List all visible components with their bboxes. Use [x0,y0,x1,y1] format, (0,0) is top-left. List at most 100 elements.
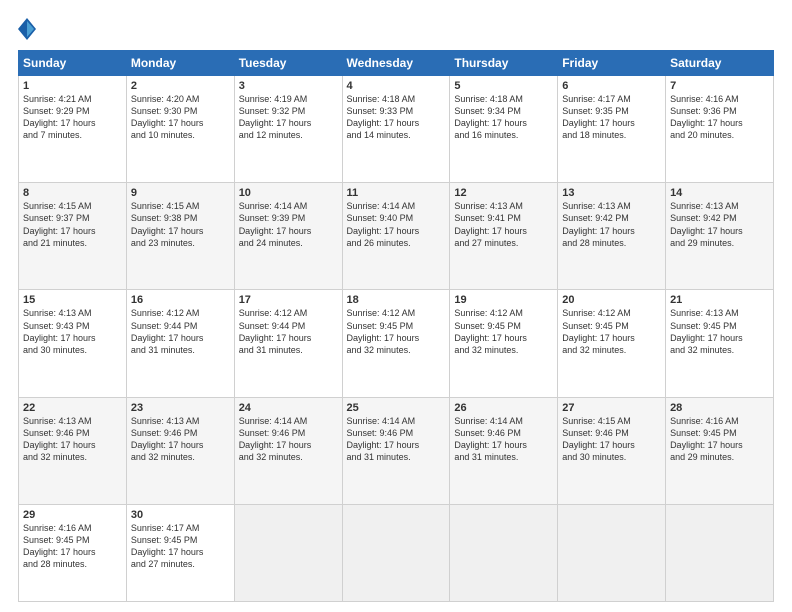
cell-details: Sunrise: 4:15 AMSunset: 9:38 PMDaylight:… [131,200,230,249]
day-number: 25 [347,402,446,414]
cell-details: Sunrise: 4:12 AMSunset: 9:44 PMDaylight:… [239,307,338,356]
day-number: 13 [562,187,661,199]
cell-details: Sunrise: 4:16 AMSunset: 9:45 PMDaylight:… [23,522,122,571]
cell-details: Sunrise: 4:18 AMSunset: 9:33 PMDaylight:… [347,93,446,142]
day-number: 30 [131,509,230,521]
weekday-header-wednesday: Wednesday [342,51,450,76]
day-number: 20 [562,294,661,306]
calendar-week-row: 15Sunrise: 4:13 AMSunset: 9:43 PMDayligh… [19,290,774,397]
day-number: 23 [131,402,230,414]
cell-details: Sunrise: 4:16 AMSunset: 9:45 PMDaylight:… [670,415,769,464]
calendar-cell: 6Sunrise: 4:17 AMSunset: 9:35 PMDaylight… [558,76,666,183]
calendar-week-row: 29Sunrise: 4:16 AMSunset: 9:45 PMDayligh… [19,504,774,601]
calendar-cell: 16Sunrise: 4:12 AMSunset: 9:44 PMDayligh… [126,290,234,397]
day-number: 7 [670,80,769,92]
weekday-header-saturday: Saturday [666,51,774,76]
calendar-cell: 15Sunrise: 4:13 AMSunset: 9:43 PMDayligh… [19,290,127,397]
day-number: 3 [239,80,338,92]
cell-details: Sunrise: 4:12 AMSunset: 9:44 PMDaylight:… [131,307,230,356]
calendar-cell [558,504,666,601]
calendar-cell: 23Sunrise: 4:13 AMSunset: 9:46 PMDayligh… [126,397,234,504]
calendar-cell: 27Sunrise: 4:15 AMSunset: 9:46 PMDayligh… [558,397,666,504]
calendar-cell: 10Sunrise: 4:14 AMSunset: 9:39 PMDayligh… [234,183,342,290]
calendar-cell: 9Sunrise: 4:15 AMSunset: 9:38 PMDaylight… [126,183,234,290]
calendar-cell: 8Sunrise: 4:15 AMSunset: 9:37 PMDaylight… [19,183,127,290]
calendar-cell [666,504,774,601]
day-number: 8 [23,187,122,199]
day-number: 14 [670,187,769,199]
calendar-cell: 14Sunrise: 4:13 AMSunset: 9:42 PMDayligh… [666,183,774,290]
cell-details: Sunrise: 4:13 AMSunset: 9:46 PMDaylight:… [131,415,230,464]
calendar-week-row: 22Sunrise: 4:13 AMSunset: 9:46 PMDayligh… [19,397,774,504]
day-number: 16 [131,294,230,306]
header [18,18,774,40]
day-number: 11 [347,187,446,199]
calendar-cell: 21Sunrise: 4:13 AMSunset: 9:45 PMDayligh… [666,290,774,397]
cell-details: Sunrise: 4:12 AMSunset: 9:45 PMDaylight:… [347,307,446,356]
calendar-cell: 19Sunrise: 4:12 AMSunset: 9:45 PMDayligh… [450,290,558,397]
calendar-week-row: 1Sunrise: 4:21 AMSunset: 9:29 PMDaylight… [19,76,774,183]
calendar-cell: 13Sunrise: 4:13 AMSunset: 9:42 PMDayligh… [558,183,666,290]
calendar-cell: 4Sunrise: 4:18 AMSunset: 9:33 PMDaylight… [342,76,450,183]
calendar-cell: 5Sunrise: 4:18 AMSunset: 9:34 PMDaylight… [450,76,558,183]
day-number: 12 [454,187,553,199]
cell-details: Sunrise: 4:13 AMSunset: 9:42 PMDaylight:… [562,200,661,249]
cell-details: Sunrise: 4:14 AMSunset: 9:40 PMDaylight:… [347,200,446,249]
cell-details: Sunrise: 4:13 AMSunset: 9:43 PMDaylight:… [23,307,122,356]
day-number: 29 [23,509,122,521]
day-number: 24 [239,402,338,414]
weekday-header-thursday: Thursday [450,51,558,76]
day-number: 1 [23,80,122,92]
day-number: 2 [131,80,230,92]
cell-details: Sunrise: 4:14 AMSunset: 9:39 PMDaylight:… [239,200,338,249]
cell-details: Sunrise: 4:17 AMSunset: 9:45 PMDaylight:… [131,522,230,571]
calendar-cell: 12Sunrise: 4:13 AMSunset: 9:41 PMDayligh… [450,183,558,290]
calendar-cell: 18Sunrise: 4:12 AMSunset: 9:45 PMDayligh… [342,290,450,397]
page: SundayMondayTuesdayWednesdayThursdayFrid… [0,0,792,612]
cell-details: Sunrise: 4:18 AMSunset: 9:34 PMDaylight:… [454,93,553,142]
calendar-cell: 20Sunrise: 4:12 AMSunset: 9:45 PMDayligh… [558,290,666,397]
day-number: 10 [239,187,338,199]
calendar-cell: 29Sunrise: 4:16 AMSunset: 9:45 PMDayligh… [19,504,127,601]
calendar-cell: 22Sunrise: 4:13 AMSunset: 9:46 PMDayligh… [19,397,127,504]
cell-details: Sunrise: 4:20 AMSunset: 9:30 PMDaylight:… [131,93,230,142]
day-number: 18 [347,294,446,306]
cell-details: Sunrise: 4:13 AMSunset: 9:45 PMDaylight:… [670,307,769,356]
day-number: 15 [23,294,122,306]
day-number: 4 [347,80,446,92]
calendar-header-row: SundayMondayTuesdayWednesdayThursdayFrid… [19,51,774,76]
calendar-cell: 11Sunrise: 4:14 AMSunset: 9:40 PMDayligh… [342,183,450,290]
cell-details: Sunrise: 4:12 AMSunset: 9:45 PMDaylight:… [454,307,553,356]
logo-icon [18,18,36,40]
cell-details: Sunrise: 4:13 AMSunset: 9:46 PMDaylight:… [23,415,122,464]
weekday-header-tuesday: Tuesday [234,51,342,76]
cell-details: Sunrise: 4:13 AMSunset: 9:42 PMDaylight:… [670,200,769,249]
cell-details: Sunrise: 4:13 AMSunset: 9:41 PMDaylight:… [454,200,553,249]
day-number: 22 [23,402,122,414]
calendar-cell: 3Sunrise: 4:19 AMSunset: 9:32 PMDaylight… [234,76,342,183]
weekday-header-friday: Friday [558,51,666,76]
cell-details: Sunrise: 4:19 AMSunset: 9:32 PMDaylight:… [239,93,338,142]
cell-details: Sunrise: 4:17 AMSunset: 9:35 PMDaylight:… [562,93,661,142]
cell-details: Sunrise: 4:16 AMSunset: 9:36 PMDaylight:… [670,93,769,142]
calendar-cell: 17Sunrise: 4:12 AMSunset: 9:44 PMDayligh… [234,290,342,397]
weekday-header-monday: Monday [126,51,234,76]
calendar-cell [234,504,342,601]
day-number: 17 [239,294,338,306]
calendar-cell: 26Sunrise: 4:14 AMSunset: 9:46 PMDayligh… [450,397,558,504]
logo [18,18,40,40]
calendar-cell: 25Sunrise: 4:14 AMSunset: 9:46 PMDayligh… [342,397,450,504]
day-number: 28 [670,402,769,414]
day-number: 6 [562,80,661,92]
cell-details: Sunrise: 4:12 AMSunset: 9:45 PMDaylight:… [562,307,661,356]
day-number: 19 [454,294,553,306]
calendar-cell [450,504,558,601]
weekday-header-sunday: Sunday [19,51,127,76]
cell-details: Sunrise: 4:14 AMSunset: 9:46 PMDaylight:… [454,415,553,464]
calendar-cell [342,504,450,601]
calendar-week-row: 8Sunrise: 4:15 AMSunset: 9:37 PMDaylight… [19,183,774,290]
cell-details: Sunrise: 4:14 AMSunset: 9:46 PMDaylight:… [347,415,446,464]
calendar-cell: 28Sunrise: 4:16 AMSunset: 9:45 PMDayligh… [666,397,774,504]
day-number: 9 [131,187,230,199]
day-number: 27 [562,402,661,414]
